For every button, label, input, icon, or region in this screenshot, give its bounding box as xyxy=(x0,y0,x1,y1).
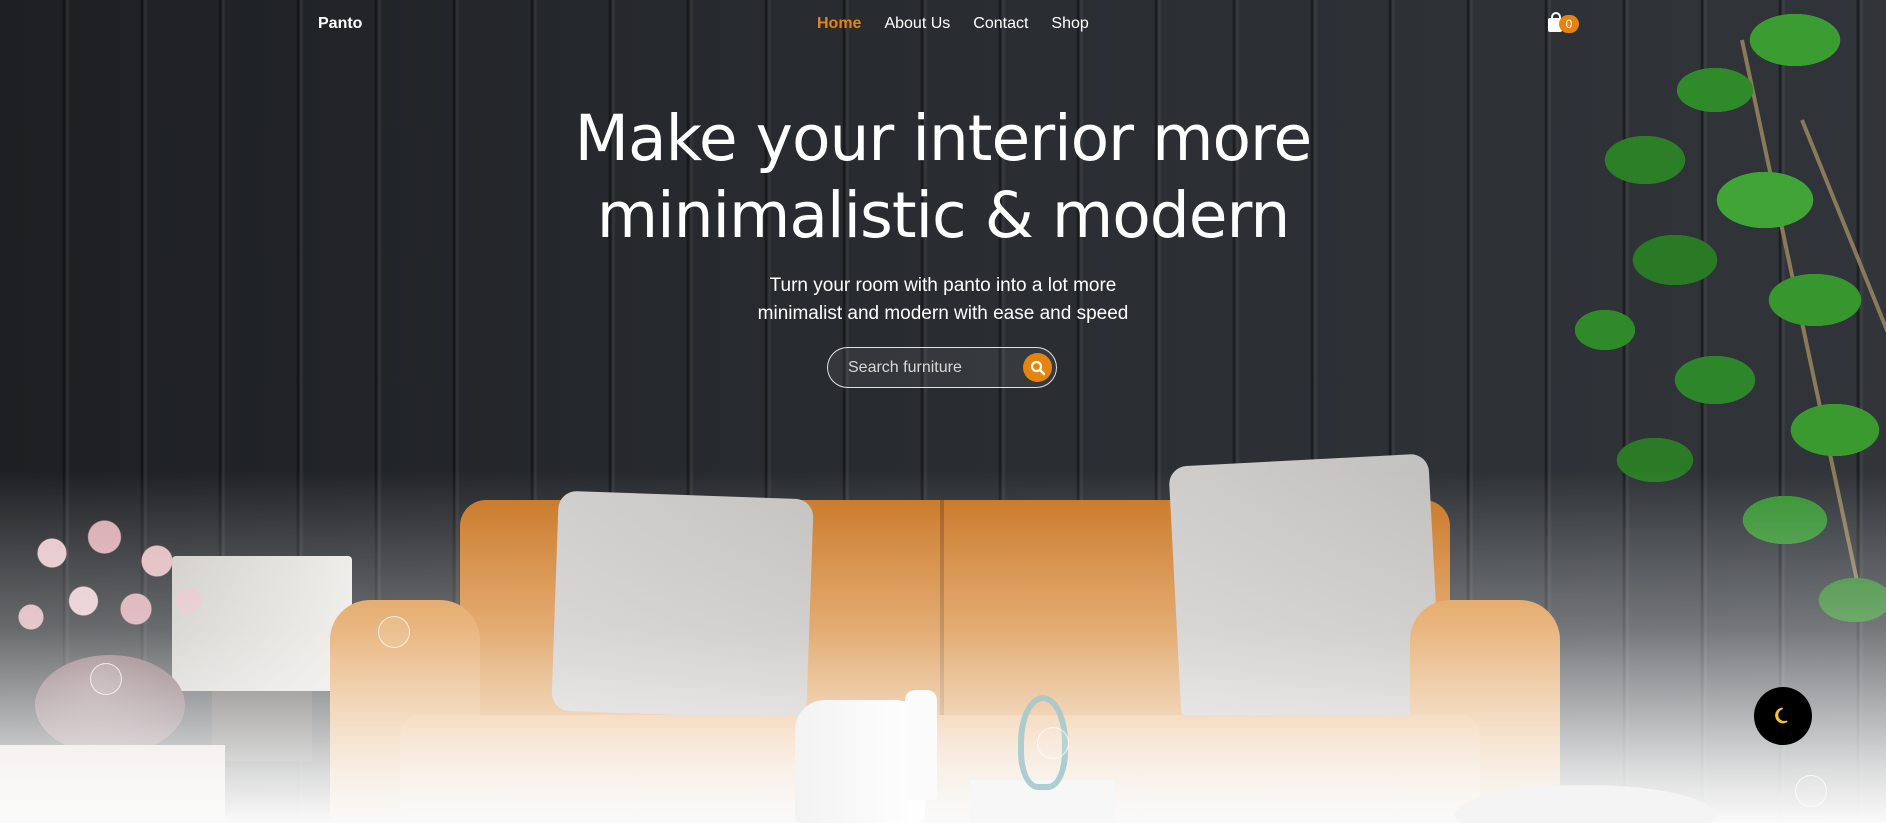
hero-subtitle-line2: minimalist and modern with ease and spee… xyxy=(757,303,1129,324)
hotspot-dot[interactable] xyxy=(1795,775,1827,807)
nav-menu: Home About Us Contact Shop xyxy=(817,14,1089,34)
white-bottle-image xyxy=(905,690,937,800)
nav-link-shop[interactable]: Shop xyxy=(1051,14,1088,34)
hero-subtitle: Turn your room with panto into a lot mor… xyxy=(643,272,1243,328)
hero-headline-line1: Make your interior more xyxy=(574,102,1313,175)
hero-subtitle-line1: Turn your room with panto into a lot mor… xyxy=(769,275,1117,296)
search-icon xyxy=(1030,360,1045,375)
top-navbar: Panto Home About Us Contact Shop 0 xyxy=(0,0,1886,50)
nav-link-home[interactable]: Home xyxy=(817,14,861,34)
hotspot-dot[interactable] xyxy=(1037,727,1069,759)
moon-icon xyxy=(1775,707,1788,724)
hero-headline-line2: minimalistic & modern xyxy=(596,179,1291,252)
hotspot-dot[interactable] xyxy=(90,663,122,695)
brand-logo[interactable]: Panto xyxy=(318,15,362,33)
hotspot-dot[interactable] xyxy=(378,616,410,648)
dark-mode-toggle[interactable] xyxy=(1754,687,1812,745)
floor-fade xyxy=(0,470,1886,823)
nav-link-about-us[interactable]: About Us xyxy=(884,14,950,34)
nav-link-contact[interactable]: Contact xyxy=(973,14,1028,34)
search-input[interactable] xyxy=(848,357,1008,379)
cart-button[interactable]: 0 xyxy=(1547,12,1581,34)
hero-headline: Make your interior more minimalistic & m… xyxy=(443,100,1443,254)
search-button[interactable] xyxy=(1023,353,1052,382)
cart-count-badge: 0 xyxy=(1559,15,1579,33)
search-bar xyxy=(827,347,1057,388)
